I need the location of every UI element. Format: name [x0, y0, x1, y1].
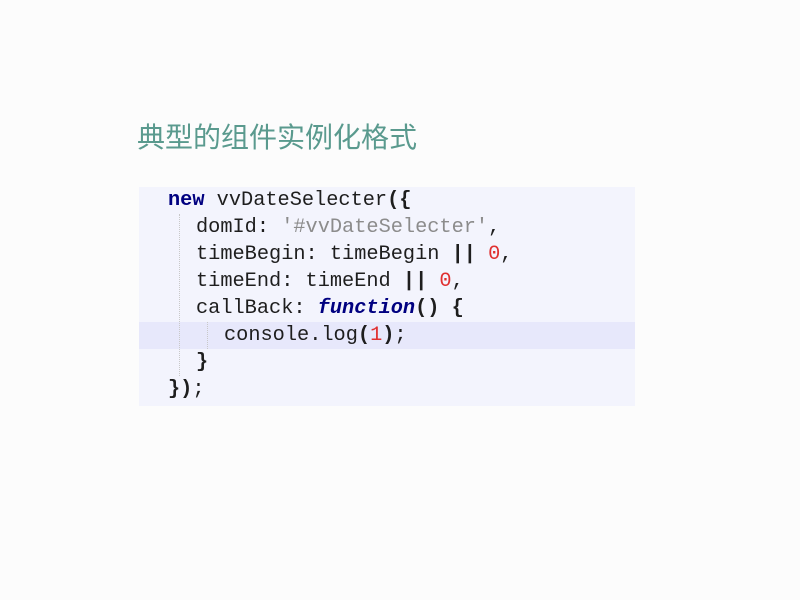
code-line: new vvDateSelecter({ [139, 187, 635, 214]
page-title: 典型的组件实例化格式 [137, 121, 418, 154]
code-line: }); [139, 376, 635, 403]
code-token-string: '#vvDateSelecter' [281, 216, 489, 239]
indent-guide [207, 322, 208, 349]
code-token-keyword-italic: function [317, 297, 416, 320]
code-token-plain: vvDateSelecter [204, 189, 388, 212]
code-line-text: }); [168, 376, 205, 403]
code-line-text: domId: '#vvDateSelecter', [196, 214, 500, 241]
code-line-text: console.log(1); [224, 322, 407, 349]
code-token-plain: ; [192, 378, 205, 401]
indent-guide [179, 214, 180, 376]
code-line: } [139, 349, 635, 376]
code-line-current: console.log(1); [139, 322, 635, 349]
code-token-number: 0 [439, 270, 452, 293]
code-line-text: timeBegin: timeBegin || 0, [196, 241, 512, 268]
code-token-operator: || [451, 243, 476, 266]
code-token-plain: , [488, 216, 501, 239]
code-line-text: callBack: function() { [196, 295, 464, 322]
code-token-punct: () [415, 297, 440, 320]
code-token-keyword: new [168, 189, 205, 212]
code-token-operator: || [402, 270, 428, 293]
code-line-text: new vvDateSelecter({ [168, 187, 411, 214]
code-token-plain: , [451, 270, 464, 293]
code-token-number: 0 [488, 243, 501, 266]
code-line: domId: '#vvDateSelecter', [139, 214, 635, 241]
code-token-punct: ) [382, 324, 395, 347]
code-token-number: 1 [370, 324, 383, 347]
code-token-punct: }) [168, 378, 193, 401]
code-token-plain: timeEnd: timeEnd [196, 270, 403, 293]
code-block: new vvDateSelecter({domId: '#vvDateSelec… [139, 187, 635, 406]
code-token-punct: ({ [387, 189, 412, 212]
code-token-plain: timeBegin: timeBegin [196, 243, 452, 266]
code-token-punct: { [451, 297, 464, 320]
code-line-text: } [196, 349, 208, 376]
code-token-plain: ; [394, 324, 407, 347]
code-token-punct: } [196, 351, 209, 374]
code-line: timeBegin: timeBegin || 0, [139, 241, 635, 268]
code-token-punct: ( [357, 324, 371, 347]
code-token-plain: , [500, 243, 513, 266]
code-token-plain: callBack: [196, 297, 318, 320]
code-line: callBack: function() { [139, 295, 635, 322]
code-line-text: timeEnd: timeEnd || 0, [196, 268, 464, 295]
code-line: timeEnd: timeEnd || 0, [139, 268, 635, 295]
code-token-plain: domId: [196, 216, 282, 239]
code-token-plain: console.log [224, 324, 358, 347]
